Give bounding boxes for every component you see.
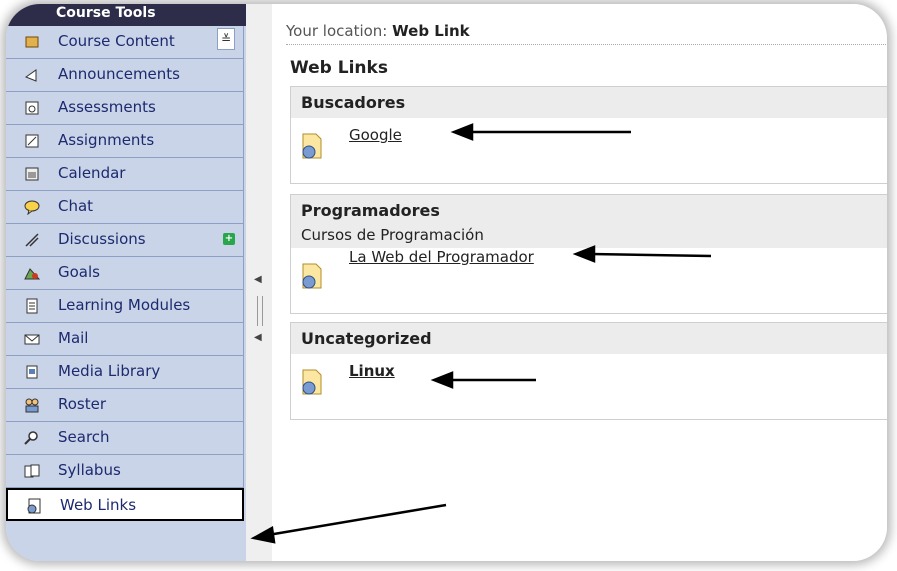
splitter-grip-icon[interactable] (257, 296, 263, 326)
location-prefix: Your location: (286, 22, 388, 40)
assignments-icon (25, 134, 39, 148)
web-link-icon (302, 369, 322, 395)
sidebar-item-learning-modules[interactable]: Learning Modules (6, 290, 244, 323)
category-title: Buscadores (291, 87, 887, 118)
link-google[interactable]: Google (349, 126, 402, 144)
list-item: Google (291, 118, 887, 172)
sidebar-item-goals[interactable]: Goals (6, 257, 244, 290)
category-buscadores: Buscadores Google (290, 86, 887, 184)
chat-icon (24, 200, 40, 215)
category-description: Cursos de Programación (291, 226, 887, 248)
collapse-menu-button[interactable]: ≚ (217, 28, 235, 50)
sidebar-item-label: Search (58, 428, 110, 446)
category-uncategorized: Uncategorized Linux (290, 322, 887, 420)
sidebar-item-announcements[interactable]: Announcements (6, 59, 244, 92)
sidebar-item-web-links[interactable]: Web Links (6, 488, 244, 521)
sidebar-item-assignments[interactable]: Assignments (6, 125, 244, 158)
sidebar-item-label: Web Links (60, 496, 137, 514)
list-item: La Web del Programador (291, 248, 887, 302)
category-title: Uncategorized (291, 323, 887, 354)
roster-icon (25, 398, 39, 413)
sidebar-item-calendar[interactable]: Calendar (6, 158, 244, 191)
page-title: Web Links (290, 58, 388, 78)
sidebar-item-label: Mail (58, 329, 89, 347)
sidebar-item-roster[interactable]: Roster (6, 389, 244, 422)
web-link-icon (302, 263, 322, 289)
course-tools-title: Course Tools (6, 4, 246, 26)
link-linux[interactable]: Linux (349, 362, 395, 380)
calendar-icon (25, 167, 39, 181)
sidebar-item-mail[interactable]: Mail (6, 323, 244, 356)
course-content-icon (25, 36, 39, 48)
app-window: Course Tools Course Content ≚ Announceme… (6, 4, 887, 561)
location-value: Web Link (392, 22, 470, 40)
sidebar-item-label: Discussions (58, 230, 146, 248)
sidebar-item-assessments[interactable]: Assessments (6, 92, 244, 125)
goals-icon (24, 268, 40, 280)
sidebar-item-label: Roster (58, 395, 107, 413)
new-items-icon: + (223, 233, 235, 245)
mail-icon (24, 334, 40, 345)
web-link-icon (302, 133, 322, 159)
category-title: Programadores (291, 195, 887, 226)
sidebar-item-syllabus[interactable]: Syllabus (6, 455, 244, 488)
announcements-icon (24, 69, 37, 82)
search-icon (24, 431, 38, 445)
list-item: Linux (291, 354, 887, 408)
sidebar-item-search[interactable]: Search (6, 422, 244, 455)
syllabus-icon (24, 464, 40, 478)
category-programadores: Programadores Cursos de Programación La … (290, 194, 887, 314)
sidebar-item-chat[interactable]: Chat (6, 191, 244, 224)
sidebar-item-discussions[interactable]: Discussions + (6, 224, 244, 257)
collapse-left-icon[interactable]: ◀ (254, 274, 262, 285)
sidebar-item-label: Syllabus (58, 461, 121, 479)
course-tools-sidebar: Course Tools Course Content ≚ Announceme… (6, 4, 246, 561)
sidebar-item-label: Learning Modules (58, 296, 191, 314)
sidebar-item-label: Announcements (58, 65, 180, 83)
sidebar-item-label: Assessments (58, 98, 156, 116)
sidebar-splitter[interactable]: ◀ ◀ (246, 4, 273, 561)
learning-modules-icon (26, 298, 38, 314)
sidebar-item-label: Course Content (58, 32, 175, 50)
assessments-icon (25, 101, 39, 115)
sidebar-item-label: Chat (58, 197, 94, 215)
sidebar-item-label: Calendar (58, 164, 126, 182)
main-content: Your location: Web Link Web Links Buscad… (272, 4, 887, 561)
sidebar-item-label: Assignments (58, 131, 155, 149)
sidebar-item-course-content[interactable]: Course Content ≚ (6, 26, 244, 59)
link-la-web-del-programador[interactable]: La Web del Programador (349, 248, 534, 266)
media-library-icon (26, 365, 38, 379)
sidebar-item-media-library[interactable]: Media Library (6, 356, 244, 389)
web-links-icon (27, 498, 41, 514)
discussions-icon (25, 233, 39, 247)
sidebar-item-label: Goals (58, 263, 100, 281)
sidebar-item-label: Media Library (58, 362, 161, 380)
breadcrumb: Your location: Web Link (286, 22, 886, 45)
collapse-left-icon[interactable]: ◀ (254, 332, 262, 343)
